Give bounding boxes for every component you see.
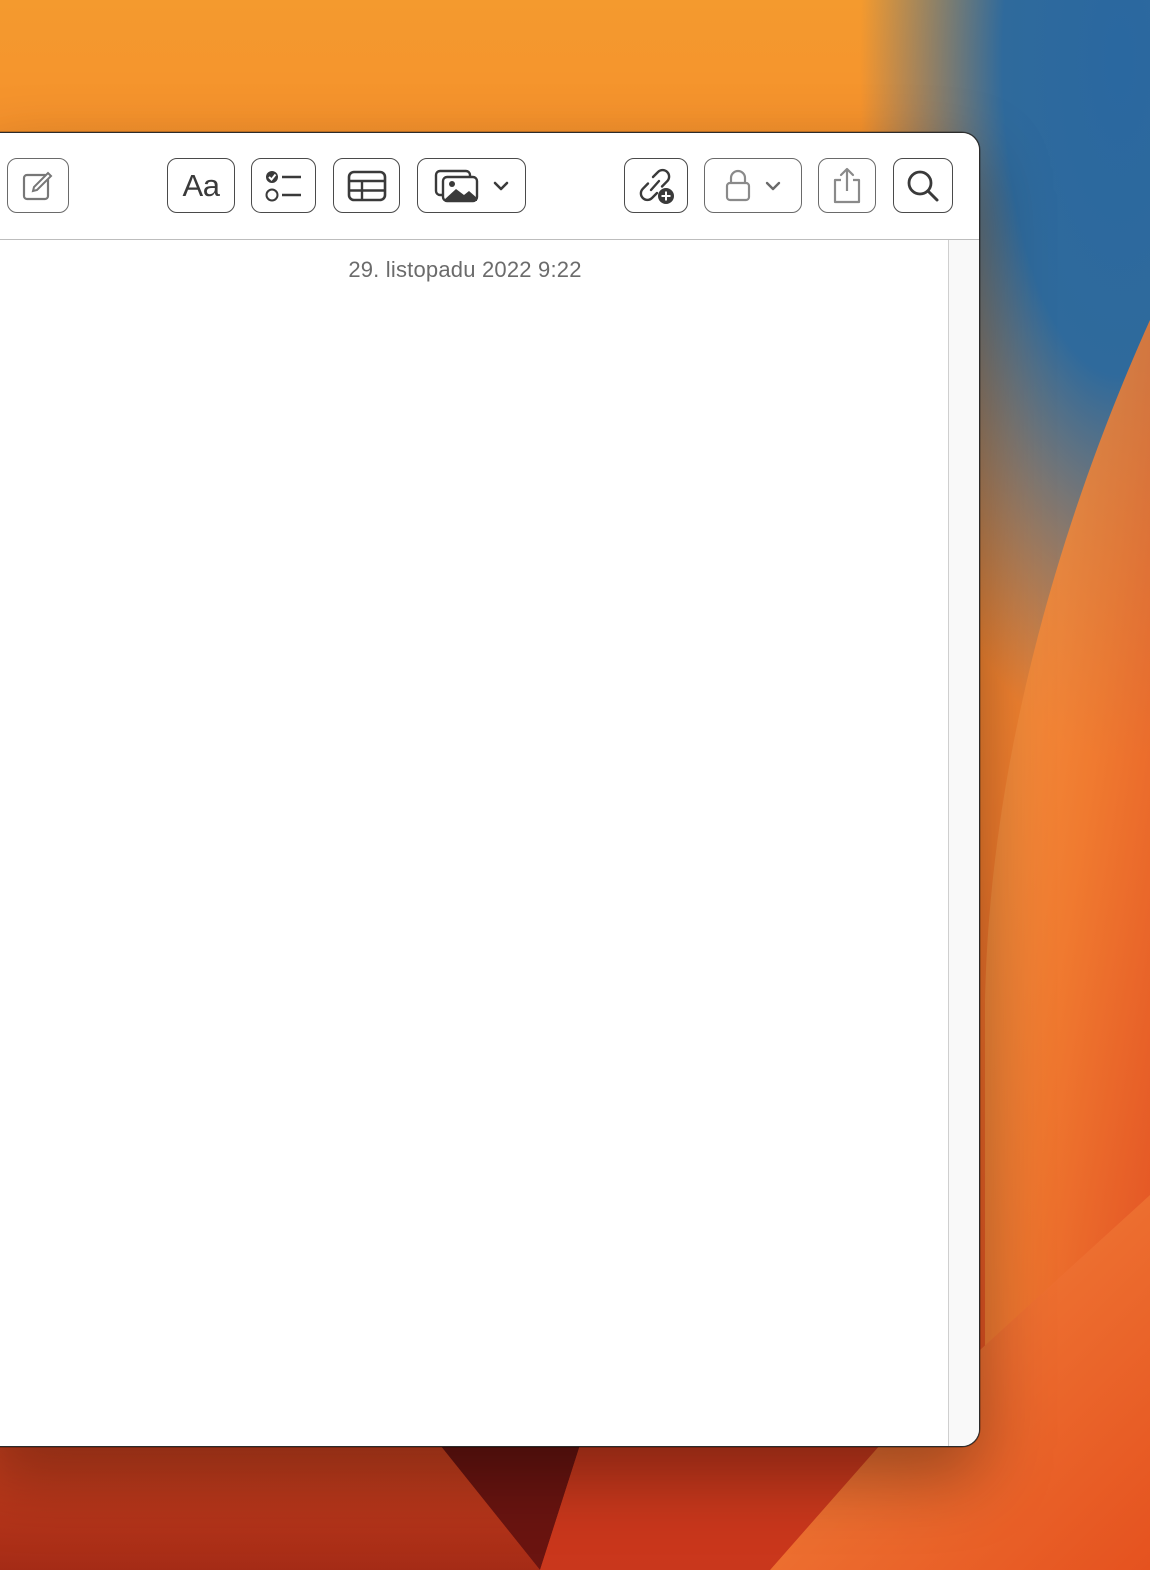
collaborate-button[interactable] — [624, 158, 688, 213]
table-icon — [347, 170, 386, 201]
media-button[interactable] — [417, 158, 526, 213]
scrollbar-track[interactable] — [948, 240, 979, 1446]
lock-icon — [725, 169, 751, 201]
checklist-button[interactable] — [251, 158, 316, 213]
toolbar: Aa — [0, 133, 979, 240]
compose-icon — [22, 171, 53, 200]
note-date: 29. listopadu 2022 9:22 — [348, 257, 582, 282]
notes-window: Aa 29. listopadu 2022 9:22 — [0, 132, 980, 1447]
link-add-icon — [639, 168, 674, 204]
lock-button[interactable] — [704, 158, 802, 213]
format-label: Aa — [182, 167, 220, 203]
note-editor[interactable] — [0, 240, 948, 1446]
new-note-button[interactable] — [7, 158, 69, 213]
share-button[interactable] — [818, 158, 876, 213]
checklist-icon — [265, 170, 301, 201]
format-button[interactable]: Aa — [167, 158, 235, 213]
chevron-down-icon — [765, 181, 781, 190]
photo-icon — [434, 169, 478, 202]
table-button[interactable] — [333, 158, 400, 213]
search-button[interactable] — [893, 158, 953, 213]
desktop: Aa 29. listopadu 2022 9:22 — [0, 0, 1150, 1570]
chevron-down-icon — [493, 181, 508, 190]
search-icon — [907, 170, 939, 201]
share-icon — [833, 167, 861, 203]
